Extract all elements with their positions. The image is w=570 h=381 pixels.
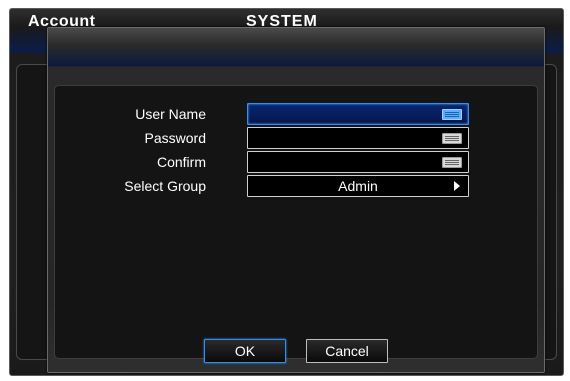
ok-button[interactable]: OK (204, 339, 286, 363)
keyboard-icon[interactable] (442, 109, 462, 120)
add-user-dialog: User Name Password Confirm Select Group (47, 27, 545, 373)
dialog-header (48, 28, 544, 67)
confirm-label: Confirm (156, 154, 206, 170)
user-name-row: User Name (55, 103, 537, 125)
cancel-button[interactable]: Cancel (306, 339, 388, 363)
select-group-row: Select Group Admin (55, 175, 537, 197)
dialog-content-panel: User Name Password Confirm Select Group (54, 85, 538, 359)
select-group-value: Admin (338, 178, 378, 194)
password-field[interactable] (247, 127, 469, 149)
select-group-label: Select Group (124, 178, 206, 194)
keyboard-icon[interactable] (442, 157, 462, 168)
password-row: Password (55, 127, 537, 149)
password-label: Password (144, 130, 206, 146)
user-name-label: User Name (135, 106, 206, 122)
confirm-field[interactable] (247, 151, 469, 173)
chevron-right-icon[interactable] (454, 181, 460, 191)
confirm-row: Confirm (55, 151, 537, 173)
user-name-field[interactable] (247, 103, 469, 125)
keyboard-icon[interactable] (442, 133, 462, 144)
select-group-dropdown[interactable]: Admin (247, 175, 469, 197)
